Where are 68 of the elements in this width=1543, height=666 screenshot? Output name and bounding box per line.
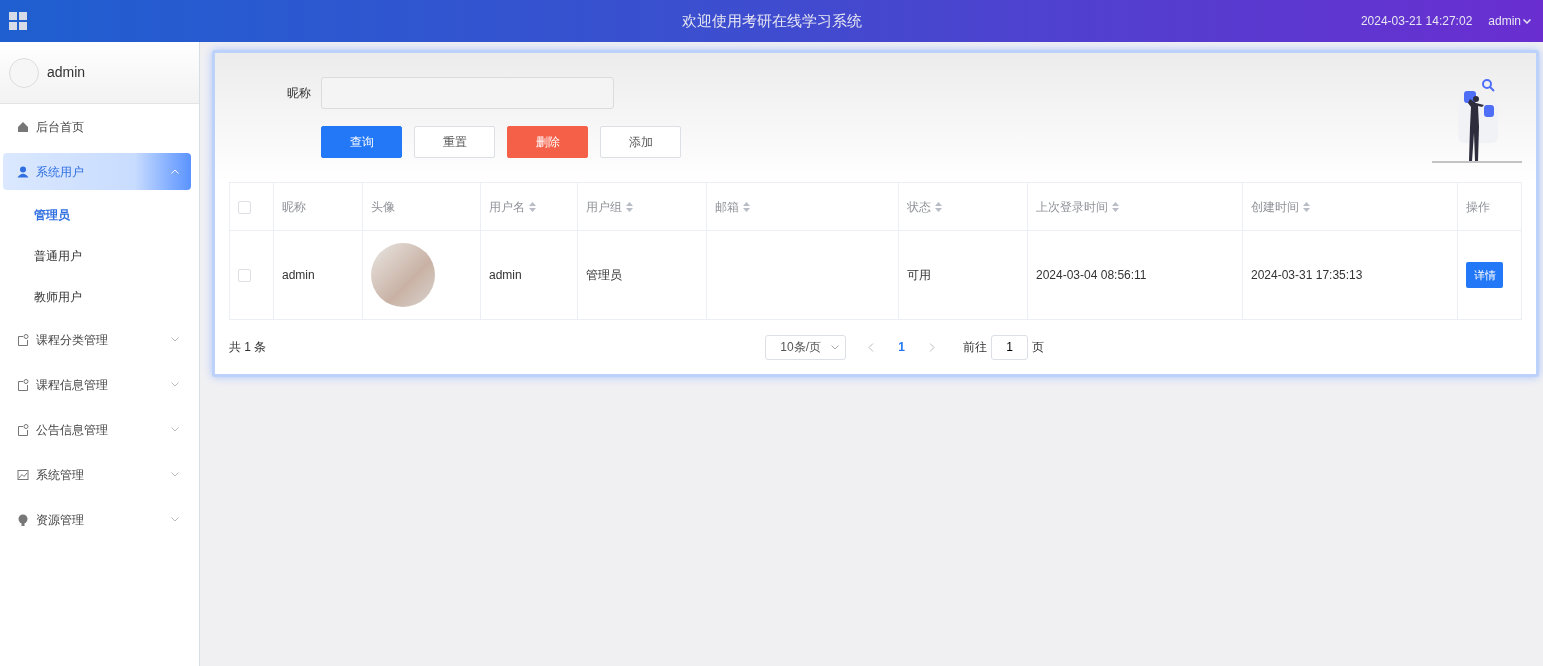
note-icon [17,333,29,346]
column-header: 邮箱 [715,199,739,214]
table-cell: 2024-03-04 08:56:11 [1036,268,1147,282]
note-icon [17,423,29,436]
note-icon [17,378,29,391]
sort-icon[interactable] [743,202,750,213]
sort-icon[interactable] [1303,202,1310,213]
table-cell: 可用 [907,268,931,282]
submenu-item[interactable]: 教师用户 [0,276,199,317]
sidebar-item[interactable]: 系统管理 [3,452,191,497]
column-header: 昵称 [282,199,306,214]
column-header: 上次登录时间 [1036,199,1108,214]
search-field[interactable] [321,77,614,109]
chevron-down-icon [831,344,840,350]
submenu-item[interactable]: 普通用户 [0,235,199,276]
select-all-checkbox[interactable] [238,200,251,214]
table-cell: 管理员 [586,268,622,282]
chevron-down-icon [171,382,179,387]
header-datetime: 2024-03-21 14:27:02 [1360,13,1473,30]
chevron-down-icon [171,427,179,432]
chevron-down-icon [171,337,179,342]
picture-icon [17,468,29,481]
page-suffix: 页 [1032,339,1044,356]
grid-menu-icon[interactable] [9,12,27,30]
action-button[interactable]: 重置 [414,126,495,158]
goto-label: 前往 [963,339,987,356]
sidebar-item[interactable]: 资源管理 [3,497,191,542]
page-size-select[interactable]: 10条/页 [765,334,847,360]
column-header: 状态 [907,199,931,214]
page-number[interactable]: 1 [898,338,905,356]
chevron-down-icon [171,472,179,477]
page-number-field[interactable]: 1 [991,334,1028,360]
table-cell: 2024-03-31 17:35:13 [1251,268,1363,282]
detail-button[interactable]: 详情 [1466,262,1503,288]
chevron-up-icon [171,169,179,174]
action-button[interactable]: 添加 [600,126,681,158]
user-icon [17,165,29,178]
caret-icon [1523,18,1531,24]
next-page-icon[interactable] [929,342,935,352]
submenu-item[interactable]: 管理员 [0,194,199,235]
sidebar-item[interactable]: 公告信息管理 [3,407,191,452]
column-header: 用户名 [489,199,525,214]
column-header: 操作 [1466,199,1490,214]
sidebar-user-name: admin [47,63,86,82]
column-header: 头像 [371,199,395,214]
sidebar-item[interactable]: 后台首页 [3,104,191,149]
sidebar-item[interactable]: 课程分类管理 [3,317,191,362]
avatar-circle [9,57,39,88]
table-cell: admin [489,268,522,282]
table-cell: admin [282,268,315,282]
row-checkbox[interactable] [238,269,251,283]
home-icon [17,120,29,133]
header-title: 欢迎使用考研在线学习系统 [681,11,862,29]
column-header: 创建时间 [1251,199,1299,214]
sort-icon[interactable] [1112,202,1119,213]
action-button[interactable]: 查询 [321,126,402,158]
column-header: 用户组 [586,199,622,214]
sidebar-item[interactable]: 系统用户 [3,153,191,190]
chevron-down-icon [171,517,179,522]
total-count: 共 1 条 [229,339,267,356]
sort-icon[interactable] [935,202,942,213]
bulb-icon [17,513,29,526]
sidebar-item[interactable]: 课程信息管理 [3,362,191,407]
sort-icon[interactable] [529,202,536,213]
search-label: 昵称 [287,85,311,102]
sort-icon[interactable] [626,202,633,213]
prev-page-icon[interactable] [868,342,875,352]
user-dropdown[interactable]: admin [1488,12,1531,30]
